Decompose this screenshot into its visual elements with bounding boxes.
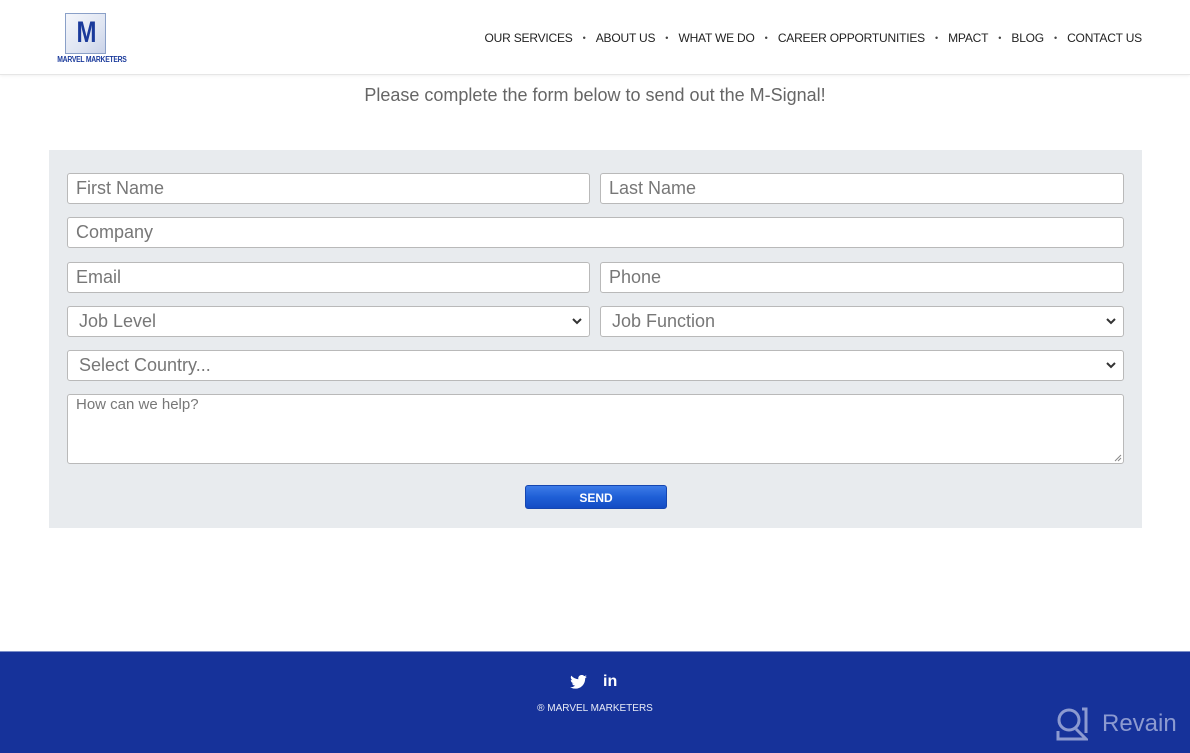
phone-input[interactable]: Phone <box>600 262 1124 293</box>
chevron-down-icon <box>572 318 582 325</box>
nav-separator: • <box>934 33 939 43</box>
nav-blog[interactable]: BLOG <box>1011 31 1044 45</box>
last-name-input[interactable]: Last Name <box>600 173 1124 204</box>
nav-separator: • <box>764 33 768 43</box>
linkedin-icon[interactable]: in <box>603 673 617 691</box>
nav-separator: • <box>665 33 669 43</box>
contact-form: First Name Last Name Company Email Phone… <box>49 150 1142 528</box>
message-textarea[interactable]: How can we help? <box>67 394 1124 464</box>
copyright-text: ® MARVEL MARKETERS <box>537 703 653 714</box>
first-name-input[interactable]: First Name <box>67 173 590 204</box>
nav-our-services[interactable]: OUR SERVICES <box>485 31 573 45</box>
main-nav: OUR SERVICES • ABOUT US • WHAT WE DO • C… <box>485 31 1143 45</box>
logo-mark: M <box>65 13 106 54</box>
job-level-value: Job Level <box>79 311 157 331</box>
job-function-select[interactable]: Job Function <box>600 306 1124 337</box>
country-value: Select Country... <box>79 355 211 375</box>
nav-career-opportunities[interactable]: CAREER OPPORTUNITIES <box>778 31 925 45</box>
nav-about-us[interactable]: ABOUT US <box>596 31 656 45</box>
job-level-select[interactable]: Job Level <box>67 306 590 337</box>
message-placeholder: How can we help? <box>76 396 199 413</box>
logo-text: MARVEL MARKETERS <box>57 55 127 64</box>
company-input[interactable]: Company <box>67 217 1124 248</box>
marvel-marketers-logo[interactable]: M MARVEL MARKETERS <box>52 12 127 66</box>
nav-separator: • <box>998 33 1002 43</box>
revain-text: Revain <box>1102 710 1177 737</box>
social-links: in <box>570 673 617 691</box>
send-button[interactable]: SEND <box>525 485 667 509</box>
site-footer: in ® MARVEL MARKETERS Revain <box>0 651 1190 753</box>
logo-initial: M <box>76 16 97 49</box>
chevron-down-icon <box>1106 362 1116 369</box>
resize-handle-icon[interactable] <box>1112 452 1122 462</box>
site-header: M MARVEL MARKETERS OUR SERVICES • ABOUT … <box>0 0 1190 75</box>
revain-watermark: Revain <box>1056 707 1177 741</box>
twitter-icon[interactable] <box>570 675 587 689</box>
revain-logo-icon <box>1056 707 1088 741</box>
form-intro-text: Please complete the form below to send o… <box>364 85 826 105</box>
nav-what-we-do[interactable]: WHAT WE DO <box>678 31 754 45</box>
email-input[interactable]: Email <box>67 262 590 293</box>
nav-contact-us[interactable]: CONTACT US <box>1067 31 1142 45</box>
nav-separator: • <box>582 33 586 43</box>
nav-separator: • <box>1053 33 1058 43</box>
job-function-value: Job Function <box>612 311 716 331</box>
nav-mpact[interactable]: MPACT <box>948 31 988 45</box>
country-select[interactable]: Select Country... <box>67 350 1124 381</box>
chevron-down-icon <box>1106 318 1116 325</box>
